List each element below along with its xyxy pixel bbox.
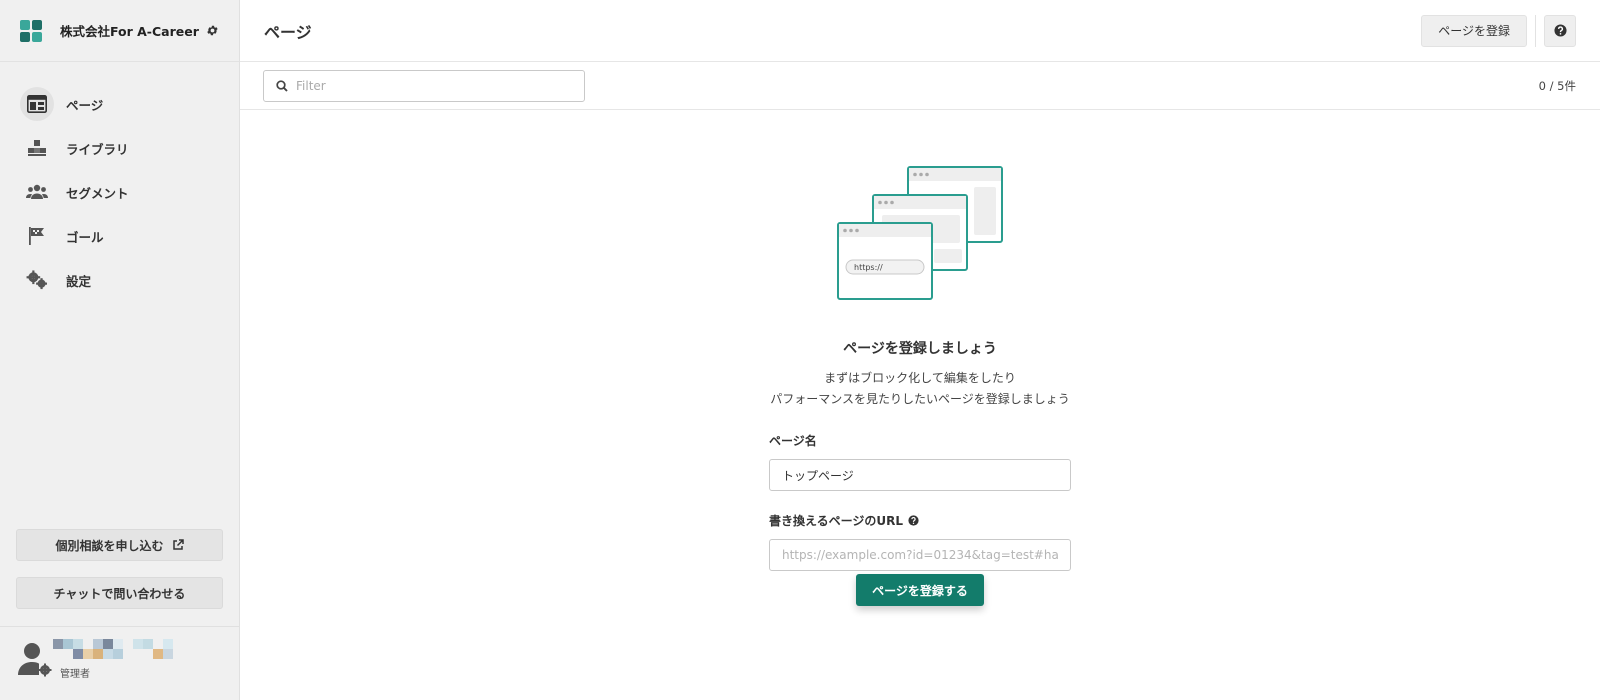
page-url-label-text: 書き換えるページのURL [769, 514, 904, 528]
empty-state-title: ページを登録しましょう [843, 341, 997, 357]
page-layout-icon [20, 87, 54, 121]
result-count: 0 / 5件 [1538, 78, 1576, 93]
sidebar-item-label: ページ [66, 97, 104, 113]
page-header: ページ ページを登録 [240, 0, 1600, 62]
sidebar-item-label: ゴール [66, 229, 104, 245]
sidebar-item-label: セグメント [66, 185, 129, 201]
register-page-form: ページ名 書き換えるページのURL ページを登録する [769, 432, 1071, 606]
page-name-label: ページ名 [769, 432, 1071, 449]
help-circle-icon [1553, 24, 1567, 37]
sidebar-item-library[interactable]: ライブラリ [0, 126, 239, 170]
description-line-1: まずはブロック化して編集をしたり [824, 371, 1016, 385]
browser-windows-illustration: https:// [837, 166, 1003, 300]
chat-contact-button[interactable]: チャットで問い合わせる [16, 577, 223, 609]
filter-field[interactable] [263, 69, 585, 102]
page-url-label: 書き換えるページのURL [769, 512, 1071, 529]
consult-button[interactable]: 個別相談を申し込む [16, 529, 223, 561]
register-page-button[interactable]: ページを登録 [1421, 14, 1527, 47]
page-name-label-text: ページ名 [769, 434, 817, 448]
chat-contact-button-label: チャットで問い合わせる [53, 586, 186, 601]
org-settings-gear-icon[interactable] [205, 24, 219, 38]
description-line-2: パフォーマンスを見たりしたいページを登録しましょう [770, 392, 1070, 406]
user-name-redacted [53, 639, 175, 661]
header-divider [1535, 14, 1536, 47]
user-role: 管理者 [60, 669, 90, 680]
empty-state-description: まずはブロック化して編集をしたり パフォーマンスを見たりしたいページを登録しまし… [240, 368, 1600, 410]
external-link-icon [172, 539, 184, 551]
sidebar-item-page[interactable]: ページ [0, 82, 239, 126]
user-avatar-icon [18, 641, 52, 677]
sidebar-item-label: ライブラリ [66, 141, 129, 157]
app-logo-icon [20, 19, 42, 42]
page-title: ページ [264, 22, 312, 42]
org-header: 株式会社For A-Career [0, 0, 239, 62]
page-name-input[interactable] [769, 459, 1071, 491]
main-area: ページ ページを登録 0 / 5件 [240, 0, 1600, 700]
goal-flag-icon [20, 219, 54, 253]
help-button[interactable] [1544, 14, 1576, 47]
submit-register-page-button[interactable]: ページを登録する [856, 574, 984, 606]
users-group-icon [20, 175, 54, 209]
gears-icon [20, 263, 54, 297]
help-circle-icon[interactable] [908, 515, 919, 526]
sidebar-nav: ページ ライブラリ セグメント ゴール 設定 [0, 62, 239, 302]
sidebar: 株式会社For A-Career ページ ライブラリ セグメント ゴール 設定 … [0, 0, 240, 700]
filter-input[interactable] [296, 78, 566, 93]
library-blocks-icon [20, 131, 54, 165]
sidebar-item-label: 設定 [66, 273, 92, 289]
filter-bar: 0 / 5件 [240, 62, 1600, 110]
sidebar-item-goal[interactable]: ゴール [0, 214, 239, 258]
consult-button-label: 個別相談を申し込む [55, 538, 164, 553]
sidebar-item-settings[interactable]: 設定 [0, 258, 239, 302]
sidebar-item-segment[interactable]: セグメント [0, 170, 239, 214]
page-url-input[interactable] [769, 539, 1071, 571]
illustration-url-text: https:// [854, 263, 883, 272]
user-profile[interactable]: 管理者 [0, 626, 239, 700]
search-icon [276, 79, 288, 92]
org-name: 株式会社For A-Career [60, 24, 199, 39]
